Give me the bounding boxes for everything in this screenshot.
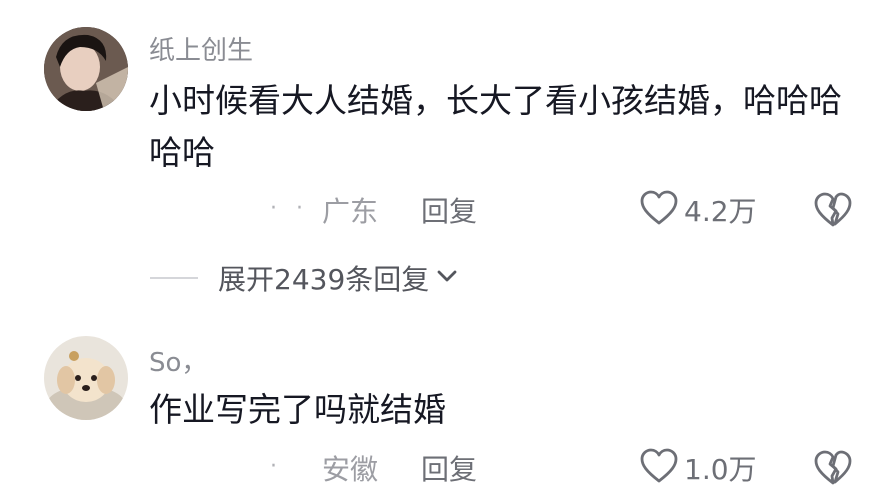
comment-meta: · · 广东 回复 4.2万: [0, 188, 896, 232]
dislike-button[interactable]: [814, 450, 852, 490]
broken-heart-icon: [814, 450, 852, 490]
chevron-down-icon: [435, 264, 459, 292]
like-count: 4.2万: [684, 195, 757, 228]
comment-text: 小时候看大人结婚，长大了看小孩结婚，哈哈哈哈哈: [149, 81, 842, 172]
broken-heart-icon: [814, 192, 852, 232]
like-count: 1.0万: [684, 453, 757, 486]
reply-button[interactable]: 回复: [421, 448, 477, 488]
comment-time: ·: [270, 454, 283, 479]
expand-replies-label: 展开2439条回复: [218, 263, 430, 296]
divider: [150, 277, 198, 279]
comment-item: So， 作业写完了吗就结婚 · 安徽 回复 1.0万: [0, 300, 896, 500]
reply-button[interactable]: 回复: [421, 190, 477, 230]
heart-outline-icon: [640, 448, 678, 488]
avatar[interactable]: [44, 336, 128, 420]
like-button[interactable]: 1.0万: [640, 446, 757, 490]
like-button[interactable]: 4.2万: [640, 188, 757, 232]
dislike-button[interactable]: [814, 192, 852, 232]
comment-text: 作业写完了吗就结婚: [149, 390, 446, 429]
expand-replies-button[interactable]: 展开2439条回复: [150, 258, 459, 298]
comment-location: 安徽: [322, 453, 379, 486]
comment-time: · ·: [270, 196, 309, 221]
heart-outline-icon: [640, 190, 678, 230]
comment-location: 广东: [322, 195, 379, 228]
comment-meta: · 安徽 回复 1.0万: [0, 446, 896, 490]
username[interactable]: So，: [149, 342, 207, 379]
comment-item: 纸上创生 小时候看大人结婚，长大了看小孩结婚，哈哈哈哈哈 · · 广东 回复 4…: [0, 0, 896, 300]
avatar[interactable]: [44, 27, 128, 111]
username[interactable]: 纸上创生: [149, 30, 253, 67]
